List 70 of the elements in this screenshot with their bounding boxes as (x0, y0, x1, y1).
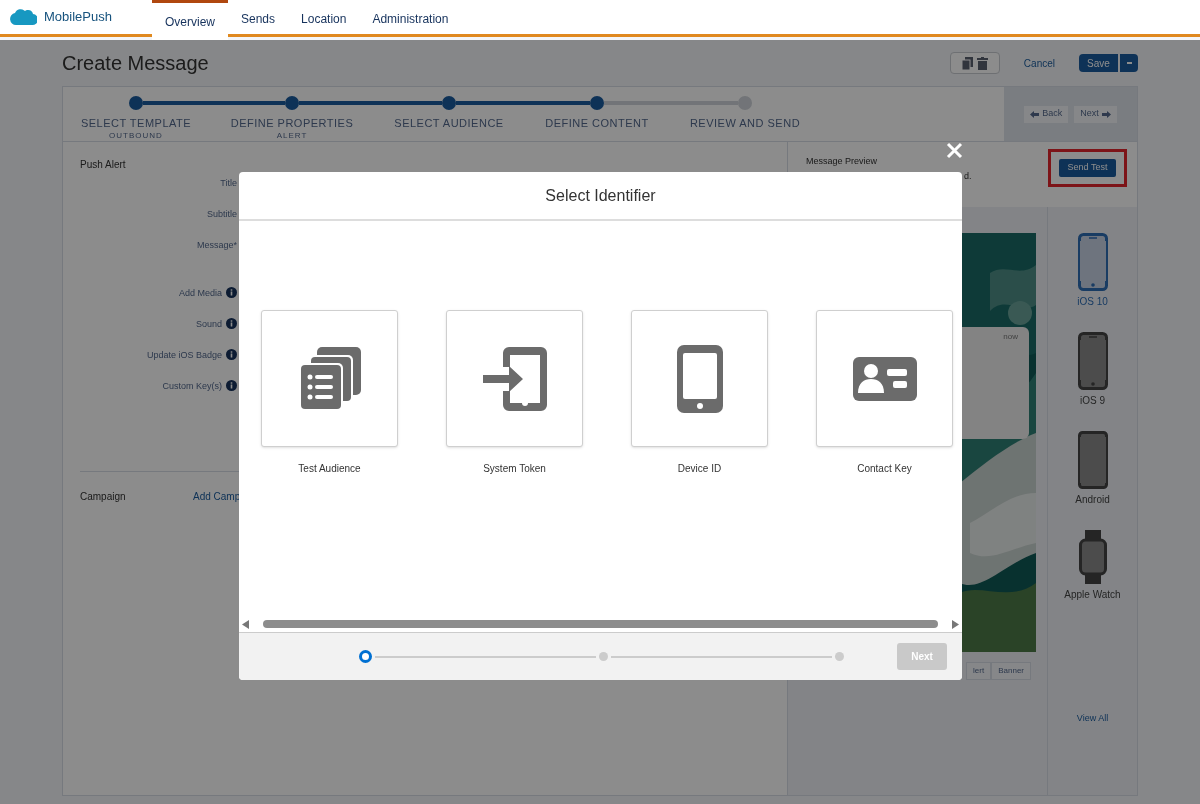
close-button[interactable] (946, 142, 963, 159)
option-label: Device ID (677, 462, 722, 476)
watch-icon[interactable] (1078, 530, 1107, 584)
scrollbar-thumb[interactable] (263, 620, 938, 628)
sign-in-icon (482, 346, 547, 411)
view-all-link[interactable]: View All (1076, 712, 1109, 726)
cloud-logo-icon (9, 7, 37, 27)
preview-tab[interactable]: Banner (991, 662, 1031, 680)
option-label: Test Audience (298, 462, 361, 476)
option-label: System Token (483, 462, 546, 476)
preview-title: Message Preview (806, 155, 879, 168)
field-label: Add Media (178, 287, 222, 300)
section-title: Push Alert (80, 158, 127, 172)
phone-icon[interactable] (1077, 233, 1108, 291)
arrow-right-icon (1101, 110, 1111, 118)
field-label: Subtitle (206, 208, 237, 221)
cancel-link[interactable]: Cancel (1023, 55, 1055, 71)
field-label: Title (220, 177, 237, 190)
step-label: REVIEW AND SEND (689, 116, 801, 131)
next-button[interactable]: Next (1074, 105, 1117, 123)
campaign-label: Campaign (80, 490, 127, 504)
arrow-left-icon (1030, 110, 1040, 118)
tablet-icon (676, 344, 723, 413)
save-menu-button[interactable] (1120, 54, 1138, 72)
device-label: iOS 9 (1079, 394, 1106, 408)
step-label: DEFINE PROPERTIES (230, 116, 354, 131)
phone-icon[interactable] (1077, 332, 1108, 390)
info-icon (226, 349, 237, 360)
caret-icon (1126, 62, 1132, 64)
nav-tab[interactable]: Sends (228, 0, 289, 37)
identifier-option[interactable] (816, 310, 953, 447)
trash-icon (976, 56, 988, 70)
copy-icon (961, 56, 973, 70)
device-label: Android (1074, 493, 1111, 507)
document-list-icon (298, 346, 361, 411)
dialog-title: Select Identifier (545, 185, 656, 206)
identifier-option[interactable] (631, 310, 768, 447)
device-label: iOS 10 (1076, 295, 1109, 309)
field-label: Update iOS Badge (146, 349, 222, 362)
info-icon (226, 287, 237, 298)
phone-icon[interactable] (1077, 431, 1108, 489)
step-label: SELECT TEMPLATE (80, 116, 192, 131)
identifier-option[interactable] (446, 310, 583, 447)
field-label: Sound (195, 318, 222, 331)
close-icon (946, 142, 963, 159)
step-label: SELECT AUDIENCE (394, 116, 504, 131)
step-sublabel: ALERT (276, 131, 308, 140)
nav-tab[interactable]: Overview (152, 0, 228, 40)
back-button[interactable]: Back (1024, 105, 1069, 123)
device-label: Apple Watch (1063, 588, 1122, 602)
scroll-left-icon (242, 619, 249, 629)
send-test-button[interactable]: Send Test (1058, 159, 1117, 177)
save-button[interactable]: Save (1079, 54, 1118, 72)
field-label: Message* (196, 239, 237, 252)
info-icon (226, 318, 237, 329)
notification-time: now (1003, 331, 1018, 341)
option-label: Contact Key (857, 462, 912, 476)
app-name: MobilePush (44, 8, 112, 27)
field-label: Custom Key(s) (162, 380, 222, 393)
contact-card-icon (852, 356, 917, 401)
step-label: DEFINE CONTENT (545, 116, 649, 131)
info-icon (226, 380, 237, 391)
preview-tab[interactable]: lert (966, 662, 992, 680)
page-title: Create Message (62, 51, 209, 76)
nav-tab[interactable]: Location (288, 0, 360, 37)
preview-notice: d. (964, 169, 972, 183)
nav-tab[interactable]: Administration (359, 0, 462, 37)
clone-delete-button-group[interactable] (949, 52, 1000, 74)
step-sublabel: OUTBOUND (109, 131, 163, 140)
identifier-option[interactable] (261, 310, 398, 447)
